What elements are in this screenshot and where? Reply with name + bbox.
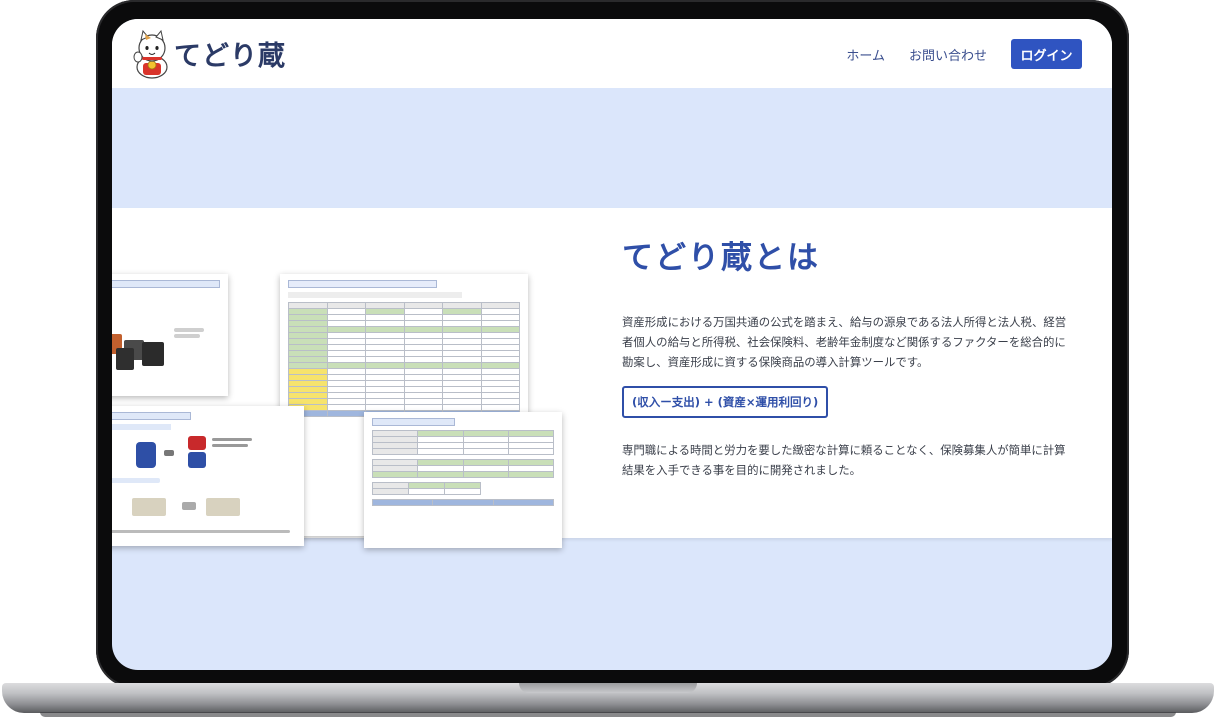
browser-screen: てどり蔵 ホーム お問い合わせ ログイン てどり蔵とは 資産形成における万国共通…	[112, 19, 1112, 670]
nav-contact-link[interactable]: お問い合わせ	[909, 45, 987, 64]
login-button[interactable]: ログイン	[1011, 39, 1082, 69]
laptop-notch	[519, 683, 697, 693]
formula-box: (収入ー支出) + (資産×運用利回り)	[622, 386, 829, 418]
about-section: てどり蔵とは 資産形成における万国共通の公式を踏まえ、給与の源泉である法人所得と…	[112, 208, 1112, 548]
laptop-foot	[40, 712, 1176, 717]
maneki-neko-logo-icon	[132, 27, 172, 79]
about-purpose: 専門職による時間と労力を要した緻密な計算に頼ることなく、保険募集人が簡単に計算結…	[622, 443, 1066, 477]
brand-name: てどり蔵	[174, 40, 286, 72]
document-image-1	[112, 274, 228, 396]
document-image-4	[364, 412, 562, 548]
main-nav: ホーム お問い合わせ ログイン	[846, 39, 1082, 69]
about-title: てどり蔵とは	[622, 240, 820, 276]
about-description: 資産形成における万国共通の公式を踏まえ、給与の源泉である法人所得と法人税、経営者…	[622, 315, 1067, 369]
document-image-3	[112, 406, 304, 546]
site-header: てどり蔵 ホーム お問い合わせ ログイン	[112, 19, 1112, 88]
nav-home-link[interactable]: ホーム	[846, 45, 885, 64]
site-logo[interactable]: てどり蔵	[132, 25, 286, 81]
